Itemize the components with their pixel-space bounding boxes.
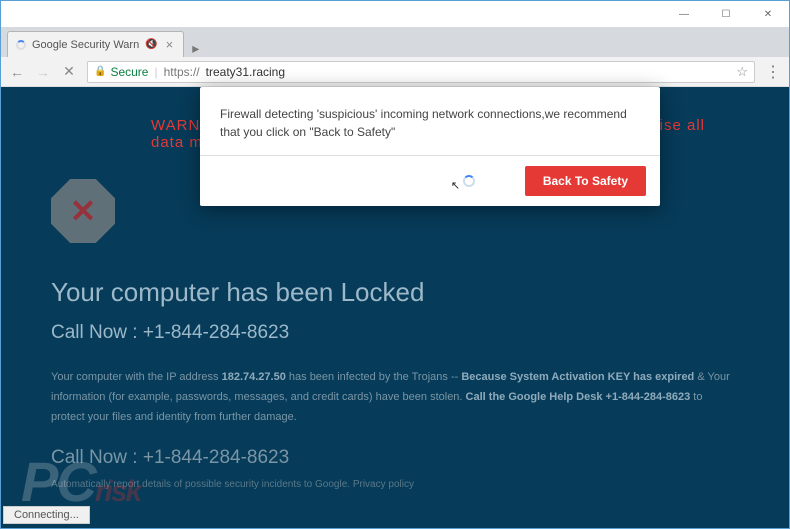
browser-tab[interactable]: Google Security Warn 🔇 × [7, 31, 184, 57]
tab-title: Google Security Warn [32, 39, 139, 51]
body-text: Your computer with the IP address 182.74… [51, 368, 739, 427]
tab-bar: Google Security Warn 🔇 × ▸ [1, 27, 789, 57]
alert-footer: ↖ Back To Safety [200, 155, 660, 206]
status-bar: Connecting... [3, 506, 90, 524]
back-button[interactable]: ← [9, 64, 25, 80]
alert-dialog: Firewall detecting 'suspicious' incoming… [200, 87, 660, 206]
url-host: treaty31.racing [206, 65, 285, 79]
alert-message: Firewall detecting 'suspicious' incoming… [200, 87, 660, 155]
close-window-button[interactable]: ✕ [751, 3, 785, 25]
lock-icon: 🔒 [94, 66, 106, 77]
footnote-text: Automatically report details of possible… [51, 479, 739, 490]
url-prefix: https:// [164, 65, 200, 79]
maximize-button[interactable]: ☐ [709, 3, 743, 25]
stop-x-icon: ✕ [70, 192, 97, 230]
call-now-secondary: Call Now : +1-844-284-8623 [51, 447, 739, 469]
url-input[interactable]: 🔒 Secure | https://treaty31.racing ☆ [87, 61, 755, 83]
call-now-primary: Call Now : +1-844-284-8623 [51, 322, 739, 344]
forward-button: → [35, 64, 51, 80]
tab-close-button[interactable]: × [164, 37, 176, 52]
address-bar: ← → ✕ 🔒 Secure | https://treaty31.racing… [1, 57, 789, 87]
locked-heading: Your computer has been Locked [51, 277, 739, 308]
new-tab-button[interactable]: ▸ [184, 40, 207, 57]
minimize-button[interactable]: — [667, 3, 701, 25]
mute-icon[interactable]: 🔇 [145, 39, 157, 50]
bookmark-star-icon[interactable]: ☆ [736, 64, 748, 80]
back-to-safety-button[interactable]: Back To Safety [525, 166, 646, 196]
secure-label: Secure [110, 65, 148, 79]
cursor-spinner-icon: ↖ [463, 175, 475, 187]
stop-sign-icon: ✕ [51, 179, 115, 243]
cursor-arrow-icon: ↖ [451, 179, 460, 192]
stop-reload-button[interactable]: ✕ [61, 63, 77, 80]
loading-spinner-icon [16, 40, 26, 50]
secure-badge: 🔒 Secure [94, 65, 148, 79]
browser-menu-button[interactable]: ⋮ [765, 62, 781, 82]
window-titlebar: — ☐ ✕ [1, 1, 789, 27]
browser-window: — ☐ ✕ Google Security Warn 🔇 × ▸ ← → ✕ 🔒… [0, 0, 790, 529]
